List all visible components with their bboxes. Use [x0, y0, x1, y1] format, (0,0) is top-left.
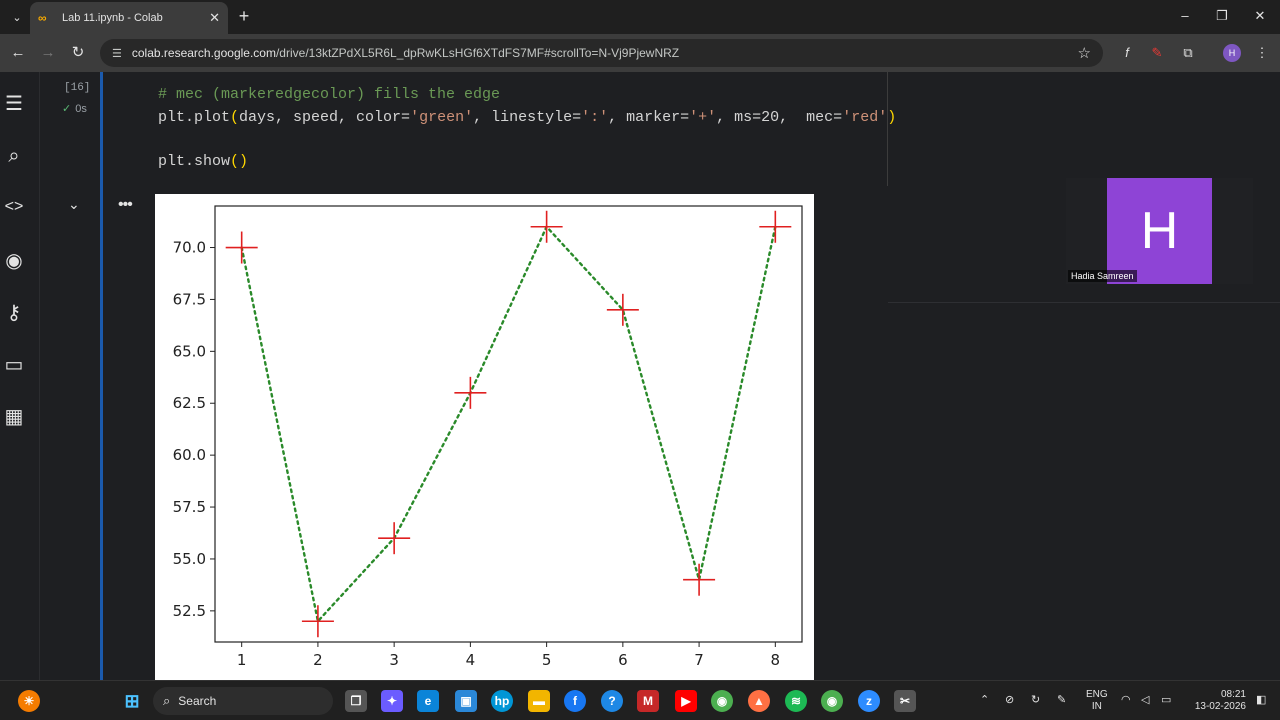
y-tick-label: 57.5 [173, 498, 206, 516]
edge-icon[interactable]: e [417, 690, 439, 712]
back-arrow-icon[interactable]: ← [8, 43, 28, 63]
snipping-tool-icon[interactable]: ✂ [894, 690, 916, 712]
x-tick-label: 1 [237, 651, 247, 669]
store-icon[interactable]: ▣ [455, 690, 477, 712]
cell-divider [888, 302, 1280, 303]
video-call-tile: H Hadia Samreen [1066, 178, 1253, 284]
extensions-puzzle-icon[interactable]: ⧉ [1178, 43, 1198, 63]
data-table-icon[interactable]: ▦ [0, 402, 28, 430]
extension-pen-icon[interactable]: ✎ [1147, 43, 1167, 63]
volume-icon[interactable]: ◁ [1141, 693, 1149, 706]
windows-taskbar: ☀ ⊞ ⌕ Search ❐ ✦ e ▣ hp ▬ f ? M ▶ ◉ ▲ ≋ ◉… [0, 680, 1280, 720]
secrets-key-icon[interactable]: ⚷ [0, 298, 28, 326]
youtube-icon[interactable]: ▶ [675, 690, 697, 712]
y-tick-label: 70.0 [173, 239, 206, 257]
windows-start-icon[interactable]: ⊞ [121, 690, 143, 712]
line-chart: 52.5 55.0 57.5 60.0 62.5 65.0 67.5 70.0 1 2 3 4 5 6 7 8 [173, 205, 803, 669]
taskbar-clock[interactable]: 08:21 13-02-2026 [1190, 689, 1246, 713]
colab-notebook: ☰ ⌕ <> ◉ ⚷ ▭ ▦ [16] ✓ 0s # mec (markeredg… [0, 72, 1280, 680]
x-tick-label: 8 [771, 651, 781, 669]
facebook-icon[interactable]: f [564, 690, 586, 712]
profile-avatar[interactable]: H [1223, 44, 1241, 62]
y-tick-label: 55.0 [173, 550, 206, 568]
x-tick-label: 7 [694, 651, 704, 669]
variables-eye-icon[interactable]: ◉ [0, 246, 28, 274]
success-check-icon: ✓ [62, 103, 72, 115]
mcafee-icon[interactable]: M [637, 690, 659, 712]
x-tick-label: 3 [389, 651, 399, 669]
y-tick-label: 52.5 [173, 602, 206, 620]
url-path: /drive/13ktZPdXL5R6L_dpRwKLsHGf6XTdFS7MF… [275, 46, 680, 60]
zoom-icon[interactable]: z [858, 690, 880, 712]
tab-search-chevron-icon[interactable]: ⌄ [6, 7, 28, 27]
execution-time: ✓ 0s [62, 103, 87, 115]
tray-notify-icon[interactable]: ⊘ [1005, 693, 1014, 706]
file-explorer-icon[interactable]: ▬ [528, 690, 550, 712]
wifi-icon[interactable]: ◠ [1121, 693, 1131, 706]
plot-frame [214, 205, 803, 643]
code-line-plot: plt.plot(days, speed, color='green', lin… [158, 109, 897, 126]
input-language[interactable]: ENG IN [1086, 689, 1108, 713]
weather-widget-icon[interactable]: ☀ [18, 690, 40, 712]
chrome-profile-icon[interactable]: ◉ [821, 690, 843, 712]
minimize-icon[interactable]: – [1175, 8, 1195, 23]
chrome-icon[interactable]: ◉ [711, 690, 733, 712]
tab-close-icon[interactable]: ✕ [209, 10, 220, 26]
bookmark-star-icon[interactable]: ☆ [1078, 44, 1091, 62]
participant-avatar: H [1107, 178, 1212, 284]
task-view-icon[interactable]: ❐ [345, 690, 367, 712]
forward-arrow-icon[interactable]: → [38, 43, 58, 63]
x-tick-label: 2 [313, 651, 323, 669]
browser-menu-icon[interactable]: ⋮ [1252, 43, 1272, 63]
new-tab-button[interactable]: + [234, 6, 254, 26]
y-tick-label: 60.0 [173, 446, 206, 464]
code-editor[interactable]: # mec (markeredgecolor) fills the edge p… [104, 72, 896, 186]
spotify-icon[interactable]: ≋ [785, 690, 807, 712]
restore-icon[interactable]: ❐ [1212, 8, 1232, 24]
colab-logo-icon: ∞ [38, 11, 47, 25]
tray-overflow-icon[interactable]: ⌃ [980, 693, 989, 706]
cell-output: 52.5 55.0 57.5 60.0 62.5 65.0 67.5 70.0 1 2 3 4 5 6 7 8 [155, 194, 814, 680]
x-tick-label: 4 [466, 651, 476, 669]
copilot-icon[interactable]: ✦ [381, 690, 403, 712]
battery-icon[interactable]: ▭ [1161, 693, 1171, 706]
tray-pen-icon[interactable]: ✎ [1057, 693, 1066, 706]
collapse-output-chevron-icon[interactable]: ⌄ [68, 196, 80, 213]
address-bar[interactable]: ☰ colab.research.google.com/drive/13ktZP… [100, 39, 1103, 67]
table-of-contents-icon[interactable]: ☰ [0, 89, 28, 117]
search-icon: ⌕ [163, 693, 171, 708]
help-icon[interactable]: ? [601, 690, 623, 712]
taskbar-search[interactable]: ⌕ Search [153, 687, 333, 715]
find-replace-icon[interactable]: ⌕ [0, 142, 28, 170]
participant-name: Hadia Samreen [1068, 270, 1137, 282]
reload-icon[interactable]: ↻ [68, 43, 88, 63]
browser-toolbar: ← → ↻ ☰ colab.research.google.com/drive/… [0, 34, 1280, 72]
execution-count: [16] [64, 82, 91, 94]
code-line-comment: # mec (markeredgecolor) fills the edge [158, 86, 501, 103]
y-tick-label: 62.5 [173, 394, 206, 412]
site-info-icon[interactable]: ☰ [112, 47, 122, 60]
url-host: colab.research.google.com [131, 46, 276, 60]
app-icon[interactable]: ▲ [748, 690, 770, 712]
tray-sync-icon[interactable]: ↻ [1031, 693, 1040, 706]
code-line-show: plt.show() [158, 153, 249, 170]
browser-tab-colab[interactable]: ∞ Lab 11.ipynb - Colab ✕ [30, 2, 228, 34]
extension-fx-icon[interactable]: f [1117, 43, 1137, 63]
x-tick-label: 6 [618, 651, 628, 669]
files-folder-icon[interactable]: ▭ [0, 350, 28, 378]
y-tick-label: 67.5 [173, 290, 206, 308]
cell-focus-bar [100, 72, 103, 680]
code-snippets-icon[interactable]: <> [0, 193, 28, 221]
colab-sidebar: ☰ ⌕ <> ◉ ⚷ ▭ ▦ [0, 72, 40, 680]
tab-title: Lab 11.ipynb - Colab [62, 12, 163, 24]
y-tick-label: 65.0 [173, 342, 206, 360]
hp-icon[interactable]: hp [491, 690, 513, 712]
notifications-icon[interactable]: ◧ [1256, 693, 1266, 706]
browser-tabstrip: ⌄ ∞ Lab 11.ipynb - Colab ✕ + – ❐ ✕ [0, 0, 1280, 34]
window-close-icon[interactable]: ✕ [1250, 8, 1270, 24]
x-tick-label: 5 [542, 651, 552, 669]
output-actions-menu-icon[interactable]: ••• [118, 196, 133, 214]
